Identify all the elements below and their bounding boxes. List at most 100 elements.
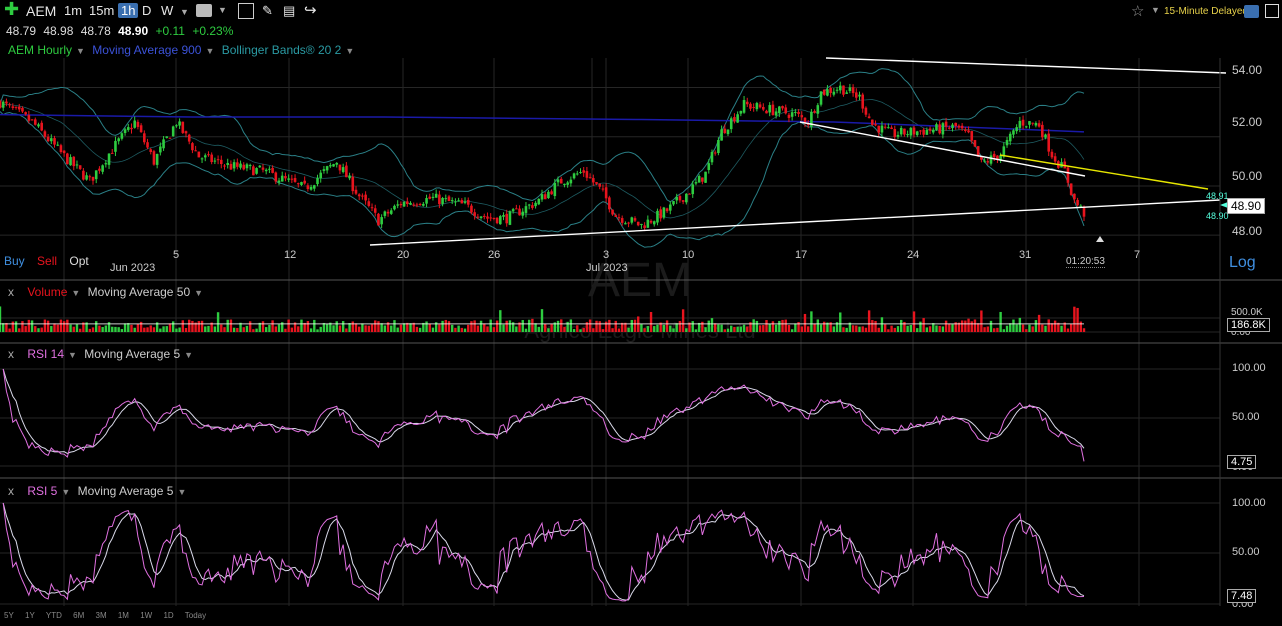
candle-body — [640, 223, 643, 225]
volume-label[interactable]: Volume — [27, 285, 67, 299]
volume-bar — [287, 319, 290, 332]
volume-bar — [255, 328, 258, 332]
candle-body — [255, 168, 258, 174]
options-button[interactable]: Opt — [69, 254, 88, 268]
volume-bar — [537, 326, 540, 332]
candle-body — [909, 127, 913, 136]
candle-body — [652, 221, 656, 225]
candle-body — [280, 175, 284, 182]
volume-bar — [755, 320, 759, 332]
close-rsi5-panel-button[interactable]: x — [8, 484, 14, 498]
volume-bar — [393, 320, 396, 332]
date-label: Jun 2023 — [110, 262, 156, 274]
volume-bar — [800, 326, 803, 332]
volume-bar — [675, 323, 678, 332]
candle-body — [82, 170, 85, 180]
buy-button[interactable]: Buy — [4, 254, 25, 268]
candle-body — [736, 114, 739, 123]
volume-bar — [973, 319, 977, 332]
candle-body — [893, 128, 897, 137]
volume-bar — [502, 324, 505, 332]
trend-lines[interactable] — [369, 57, 1228, 246]
volume-bar — [980, 310, 983, 332]
volume-bar — [1044, 325, 1047, 332]
candle-body — [181, 121, 185, 133]
range-1y[interactable]: 1Y — [25, 611, 35, 620]
rsi5-label[interactable]: RSI 5 — [27, 484, 57, 498]
volume-bar — [30, 320, 34, 332]
candle-body — [832, 91, 836, 95]
candle-body — [858, 94, 861, 97]
chart-canvas[interactable]: AEM Agnico Eagle Mines Ltd — [0, 0, 1282, 626]
range-6m[interactable]: 6M — [73, 611, 84, 620]
candle-body — [91, 176, 95, 181]
volume-bar — [1012, 319, 1015, 332]
candle-body — [306, 185, 310, 190]
volume-bar — [1053, 320, 1057, 332]
candle-body — [396, 204, 399, 206]
range-5y[interactable]: 5Y — [4, 611, 14, 620]
range-ytd[interactable]: YTD — [46, 611, 62, 620]
candle-body — [1034, 123, 1038, 126]
volume-bar — [864, 327, 868, 332]
volume-bar — [133, 327, 136, 332]
range-1d[interactable]: 1D — [163, 611, 173, 620]
volume-bar — [380, 323, 383, 332]
volume-bar — [492, 327, 496, 332]
range-buttons: 5Y 1Y YTD 6M 3M 1M 1W 1D Today — [4, 611, 215, 620]
volume-bar — [34, 326, 37, 332]
candle-body — [572, 173, 576, 179]
rsi5-ma5-line — [2, 502, 1085, 601]
range-1m[interactable]: 1M — [118, 611, 129, 620]
range-3m[interactable]: 3M — [96, 611, 107, 620]
candle-body — [672, 201, 675, 205]
rsi14-ma-label[interactable]: Moving Average 5 — [84, 347, 180, 361]
volume-bar — [248, 321, 252, 332]
date-label: 20 — [397, 249, 410, 261]
candle-body — [332, 164, 335, 167]
date-label: 26 — [488, 249, 501, 261]
candle-body — [935, 124, 938, 130]
volume-bar — [932, 323, 935, 332]
candle-body — [367, 201, 371, 206]
rsi5-line — [2, 502, 1085, 602]
candle-body — [1024, 126, 1028, 128]
rsi5-ma-label[interactable]: Moving Average 5 — [78, 484, 174, 498]
range-1w[interactable]: 1W — [140, 611, 152, 620]
candle-body — [438, 194, 441, 205]
volume-bar — [630, 319, 633, 332]
rsi14-label[interactable]: RSI 14 — [27, 347, 64, 361]
candle-body — [1012, 130, 1015, 135]
candle-body — [94, 170, 98, 180]
candle-body — [861, 94, 865, 109]
range-today[interactable]: Today — [185, 611, 206, 620]
volume-bar — [611, 328, 614, 332]
log-scale-toggle[interactable]: Log — [1229, 254, 1256, 272]
candle-body — [688, 193, 691, 195]
candle-body — [194, 150, 197, 152]
candle-body — [290, 178, 294, 180]
volume-bar — [694, 329, 698, 332]
candle-body — [778, 106, 781, 114]
candle-body — [595, 182, 598, 184]
volume-bar — [348, 323, 351, 332]
volume-bar — [479, 320, 483, 332]
date-label: 5 — [173, 249, 180, 261]
candle-body — [668, 204, 672, 211]
volume-ma-label[interactable]: Moving Average 50 — [88, 285, 191, 299]
candle-body — [457, 200, 460, 202]
volume-bar — [633, 319, 637, 332]
candle-body — [226, 162, 230, 165]
candle-body — [563, 183, 566, 186]
volume-bar — [810, 311, 813, 332]
close-rsi14-panel-button[interactable]: x — [8, 347, 14, 361]
volume-bar — [37, 328, 40, 332]
candle-body — [325, 166, 329, 171]
close-volume-panel-button[interactable]: x — [8, 285, 14, 299]
volume-bar — [851, 325, 855, 332]
volume-bar — [104, 325, 108, 332]
sell-button[interactable]: Sell — [37, 254, 57, 268]
candle-body — [784, 107, 788, 114]
volume-bar — [746, 326, 749, 332]
volume-bar — [733, 326, 736, 332]
